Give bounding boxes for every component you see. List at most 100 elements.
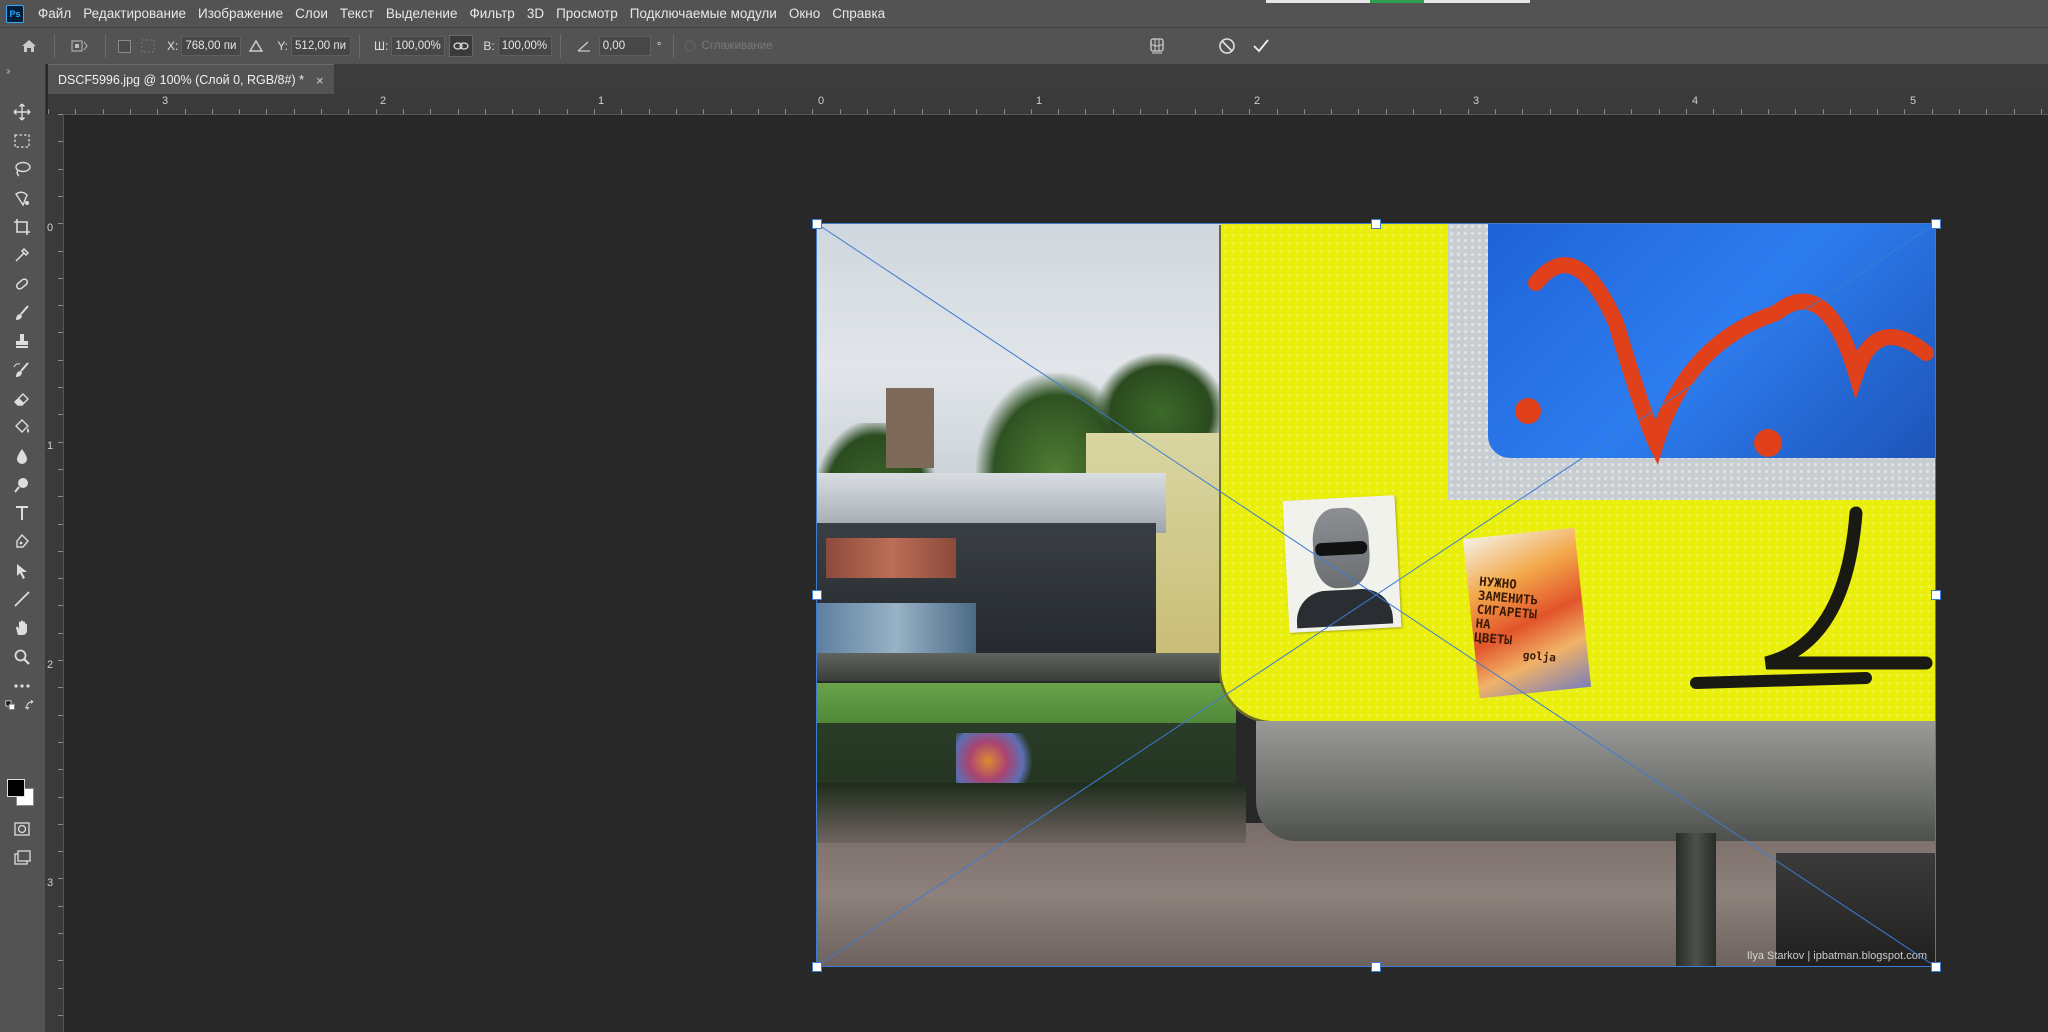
ruler-tick	[58, 933, 63, 934]
ruler-tick	[321, 109, 322, 114]
document-tab-title[interactable]: DSCF5996.jpg @ 100% (Слой 0, RGB/8#) *	[58, 73, 304, 87]
transform-handle-bottom-right[interactable]	[1931, 962, 1941, 972]
commit-transform-icon[interactable]	[1252, 37, 1270, 55]
transform-handle-bottom-center[interactable]	[1371, 962, 1381, 972]
screen-mode-icon[interactable]	[10, 846, 34, 870]
pen-tool-icon[interactable]	[10, 530, 34, 554]
blur-tool-icon[interactable]	[10, 444, 34, 468]
transform-handle-top-center[interactable]	[1371, 219, 1381, 229]
ruler-label: 4	[1692, 95, 1699, 107]
relative-position-icon[interactable]	[249, 39, 264, 53]
hand-tool-icon[interactable]	[10, 616, 34, 640]
transform-handle-bottom-left[interactable]	[812, 962, 822, 972]
ruler-tick	[58, 741, 63, 743]
default-colors-icon[interactable]	[4, 699, 18, 713]
transform-handle-middle-right[interactable]	[1931, 590, 1941, 600]
ruler-tick	[484, 109, 486, 114]
panel-collapse-icon[interactable]: ››	[6, 66, 10, 77]
more-tools-icon[interactable]	[10, 674, 34, 698]
ruler-tick	[184, 109, 186, 114]
lasso-tool-icon[interactable]	[10, 157, 34, 181]
move-tool-icon[interactable]	[10, 100, 34, 124]
ruler-tick	[839, 109, 841, 114]
ruler-tick	[58, 796, 63, 798]
swap-colors-icon[interactable]	[24, 699, 38, 713]
reference-grid-icon[interactable]	[141, 39, 155, 53]
ruler-tick	[594, 109, 595, 114]
transform-handle-top-left[interactable]	[812, 219, 822, 229]
quick-mask-icon[interactable]	[10, 817, 34, 841]
ruler-tick	[58, 387, 63, 388]
paint-bucket-tool-icon[interactable]	[10, 415, 34, 439]
height-field[interactable]	[497, 36, 552, 56]
document-tab[interactable]: DSCF5996.jpg @ 100% (Слой 0, RGB/8#) * ×	[48, 64, 334, 95]
menu-file[interactable]: Файл	[32, 0, 77, 27]
menu-image[interactable]: Изображение	[192, 0, 289, 27]
ruler-tick	[1112, 109, 1114, 114]
vertical-ruler[interactable]: 0 1 2 3	[45, 114, 64, 1032]
type-tool-icon[interactable]	[10, 501, 34, 525]
dodge-tool-icon[interactable]	[10, 473, 34, 497]
transform-handle-middle-left[interactable]	[812, 590, 822, 600]
ruler-tick	[512, 109, 514, 114]
close-icon[interactable]: ×	[316, 73, 324, 88]
line-tool-icon[interactable]	[10, 587, 34, 611]
reference-point-icon[interactable]	[71, 38, 89, 54]
ruler-tick	[58, 305, 63, 307]
transform-handle-top-right[interactable]	[1931, 219, 1941, 229]
horizontal-ruler[interactable]: 3 2 1 0 1 2 3 4 5	[48, 94, 2048, 115]
menu-help[interactable]: Справка	[826, 0, 891, 27]
photoshop-logo-icon[interactable]: Ps	[6, 4, 24, 23]
ruler-tick	[58, 277, 63, 279]
ruler-tick	[1686, 109, 1687, 114]
crop-tool-icon[interactable]	[10, 215, 34, 239]
photo-layer[interactable]: НУЖНО ЗАМЕНИТЬ СИГАРЕТЫ НА ЦВЕТЫ golja I…	[816, 223, 1935, 966]
menu-window[interactable]: Окно	[783, 0, 826, 27]
menu-layers[interactable]: Слои	[289, 0, 334, 27]
ruler-tick	[58, 523, 63, 525]
brush-tool-icon[interactable]	[10, 301, 34, 325]
width-field[interactable]	[391, 36, 446, 56]
ruler-tick	[293, 109, 295, 114]
menu-3d[interactable]: 3D	[521, 0, 550, 27]
ruler-tick	[1167, 109, 1169, 114]
ruler-tick	[58, 414, 63, 416]
eraser-tool-icon[interactable]	[10, 387, 34, 411]
interpolation-icon[interactable]	[684, 40, 696, 52]
ruler-tick	[1959, 109, 1960, 114]
ruler-tick	[239, 109, 241, 114]
menu-edit[interactable]: Редактирование	[77, 0, 192, 27]
menu-plugins[interactable]: Подключаемые модули	[624, 0, 783, 27]
sign-frame	[1256, 721, 1935, 841]
menu-view[interactable]: Просмотр	[550, 0, 624, 27]
menu-type[interactable]: Текст	[334, 0, 380, 27]
x-field[interactable]	[181, 36, 242, 56]
ruler-tick	[129, 109, 131, 114]
ruler-label: 5	[1910, 95, 1917, 107]
menu-select[interactable]: Выделение	[380, 0, 464, 27]
foreground-color-swatch[interactable]	[7, 779, 25, 797]
object-selection-tool-icon[interactable]	[10, 186, 34, 210]
ruler-tick	[58, 359, 63, 361]
marquee-tool-icon[interactable]	[10, 129, 34, 153]
ruler-tick	[785, 109, 787, 114]
cancel-transform-icon[interactable]	[1218, 37, 1236, 55]
angle-field[interactable]	[598, 36, 651, 56]
home-icon[interactable]	[20, 37, 38, 55]
ruler-tick	[1440, 109, 1442, 114]
ruler-label: 1	[47, 440, 54, 452]
ruler-tick	[58, 714, 63, 716]
y-field[interactable]	[291, 36, 352, 56]
link-proportions-icon[interactable]	[449, 35, 474, 57]
eyedropper-tool-icon[interactable]	[10, 243, 34, 267]
healing-brush-tool-icon[interactable]	[10, 272, 34, 296]
zoom-tool-icon[interactable]	[10, 645, 34, 669]
ruler-label: 0	[818, 95, 825, 107]
reference-point-checkbox[interactable]	[118, 39, 131, 53]
clone-stamp-tool-icon[interactable]	[10, 329, 34, 353]
warp-mode-icon[interactable]	[1148, 37, 1166, 55]
ruler-tick	[1221, 109, 1223, 114]
menu-filter[interactable]: Фильтр	[463, 0, 520, 27]
path-selection-tool-icon[interactable]	[10, 559, 34, 583]
history-brush-tool-icon[interactable]	[10, 358, 34, 382]
